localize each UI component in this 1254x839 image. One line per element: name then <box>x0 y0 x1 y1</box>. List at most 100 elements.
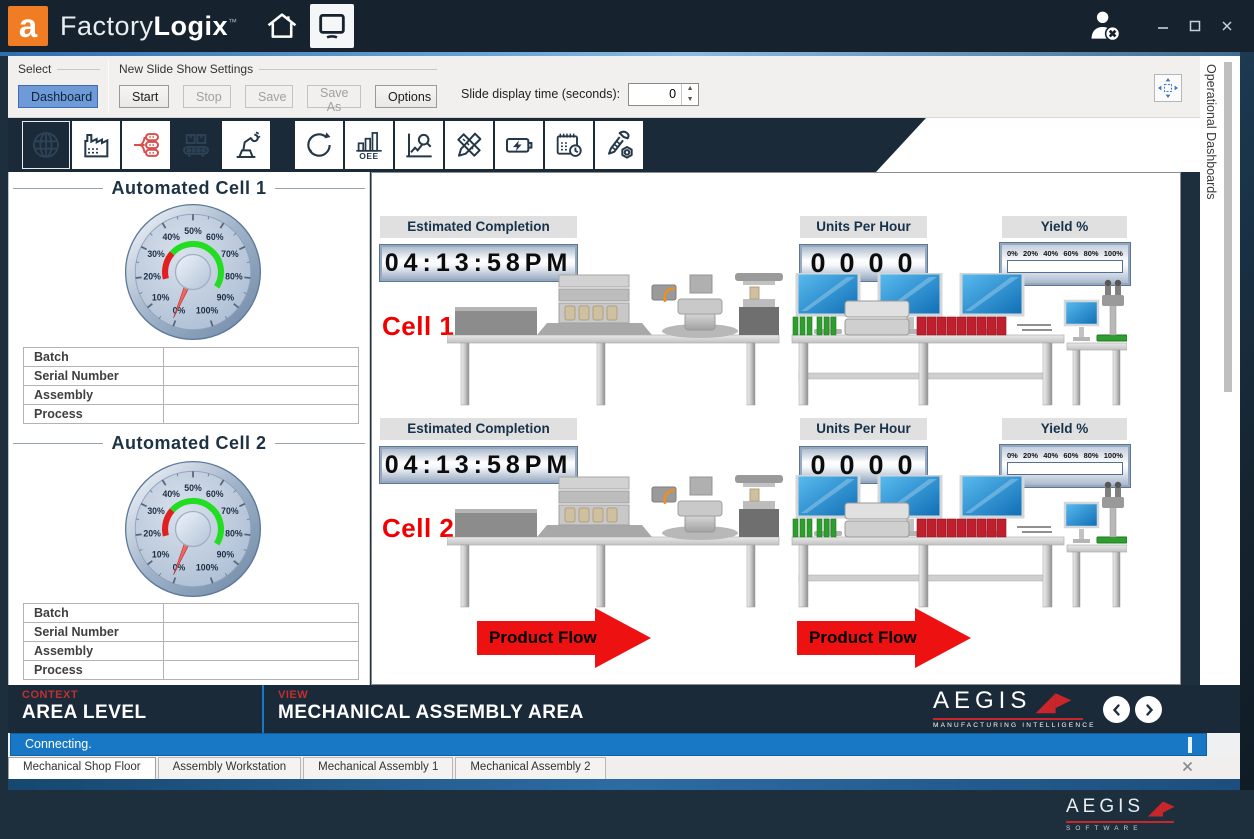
assembly-value <box>164 642 359 661</box>
dashboard-iconbar: OEE <box>8 118 1200 172</box>
stop-button[interactable]: Stop <box>183 85 231 108</box>
product-flow-arrow: Product Flow <box>797 607 972 669</box>
svg-text:50%: 50% <box>184 483 202 493</box>
svg-text:60%: 60% <box>206 232 224 242</box>
product-flow-arrow: Product Flow <box>477 607 652 669</box>
factory-view-button[interactable] <box>72 121 120 169</box>
cell1-title: Automated Cell 1 <box>13 178 365 199</box>
table-row: Process <box>24 405 359 424</box>
schedule-button[interactable] <box>545 121 593 169</box>
minimize-button[interactable] <box>1152 15 1174 37</box>
assembly-area-panel: Estimated Completion Units Per Hour Yiel… <box>371 172 1181 685</box>
conveyor-view-button[interactable] <box>172 121 220 169</box>
robot-cell-button[interactable] <box>222 121 270 169</box>
svg-text:30%: 30% <box>147 249 165 259</box>
slideshow-group-label: New Slide Show Settings <box>119 62 253 76</box>
svg-text:70%: 70% <box>221 249 239 259</box>
hardware-button[interactable] <box>595 121 643 169</box>
globe-view-button[interactable] <box>22 121 70 169</box>
monitor-icon <box>315 9 349 43</box>
units-per-hour-header: Units Per Hour <box>800 216 927 238</box>
context-cell: CONTEXT AREA LEVEL <box>8 685 262 733</box>
cell1-assembly-line-illustration <box>447 273 1127 418</box>
cycle-time-button[interactable] <box>295 121 343 169</box>
maximize-button[interactable] <box>1184 15 1206 37</box>
next-view-button[interactable] <box>1135 696 1162 723</box>
svg-text:90%: 90% <box>217 549 235 559</box>
process-flow-icon <box>130 129 162 161</box>
scrollbar-thumb[interactable] <box>1224 62 1232 392</box>
power-status-button[interactable] <box>495 121 543 169</box>
chevron-left-icon <box>1110 703 1124 717</box>
user-logout-icon <box>1086 7 1124 45</box>
assembly-value <box>164 386 359 405</box>
dashboard-button[interactable]: Dashboard <box>18 85 98 108</box>
start-button[interactable]: Start <box>119 85 169 108</box>
tab-mechanical-assembly-1[interactable]: Mechanical Assembly 1 <box>303 757 453 779</box>
design-tools-button[interactable] <box>445 121 493 169</box>
oee-chart-icon <box>354 129 384 153</box>
home-button[interactable] <box>260 4 304 48</box>
globe-icon <box>30 129 62 161</box>
cell2-assembly-line-illustration <box>447 475 1127 620</box>
slide-time-label: Slide display time (seconds): <box>461 87 620 101</box>
svg-text:40%: 40% <box>162 232 180 242</box>
yield-header: Yield % <box>1002 216 1127 238</box>
svg-text:30%: 30% <box>147 506 165 516</box>
stepper-down-icon[interactable]: ▼ <box>682 94 698 105</box>
tab-operational-dashboards[interactable]: Operational Dashboards <box>1204 64 1218 200</box>
serial-value <box>164 623 359 642</box>
progress-text: Connecting. <box>25 737 92 751</box>
chart-magnifier-icon <box>403 129 435 161</box>
table-row: Assembly <box>24 386 359 405</box>
batch-value <box>164 348 359 367</box>
save-as-button[interactable]: Save As <box>307 85 361 108</box>
previous-view-button[interactable] <box>1103 696 1130 723</box>
toolbar: Select Dashboard New Slide Show Settings… <box>8 56 1200 118</box>
application-window: a FactoryLogix™ <box>0 0 1254 839</box>
bottom-accent-strip <box>8 779 1240 790</box>
close-icon <box>1181 760 1194 773</box>
home-icon <box>265 9 299 43</box>
cell1-label: Cell 1 <box>382 311 454 342</box>
oee-button[interactable]: OEE <box>345 121 393 169</box>
close-tabs-button[interactable] <box>1181 760 1194 773</box>
close-button[interactable] <box>1216 15 1238 37</box>
right-edge-panel <box>1240 52 1254 790</box>
tab-mechanical-assembly-2[interactable]: Mechanical Assembly 2 <box>455 757 605 779</box>
select-group-label: Select <box>18 62 51 76</box>
svg-text:10%: 10% <box>152 549 170 559</box>
svg-text:70%: 70% <box>221 506 239 516</box>
refresh-icon <box>303 129 335 161</box>
table-row: Batch <box>24 348 359 367</box>
cell2-info-table: Batch Serial Number Assembly Process <box>23 603 359 680</box>
analytics-button[interactable] <box>395 121 443 169</box>
process-value <box>164 405 359 424</box>
tab-assembly-workstation[interactable]: Assembly Workstation <box>158 757 302 779</box>
logout-user-button[interactable] <box>1086 7 1124 45</box>
cell1-info-table: Batch Serial Number Assembly Process <box>23 347 359 424</box>
tab-mechanical-shop-floor[interactable]: Mechanical Shop Floor <box>8 757 156 779</box>
dock-move-button[interactable] <box>1154 74 1182 102</box>
screw-nut-icon <box>603 129 635 161</box>
stepper-up-icon[interactable]: ▲ <box>682 84 698 95</box>
context-bar: CONTEXT AREA LEVEL VIEW MECHANICAL ASSEM… <box>8 685 1240 733</box>
svg-text:80%: 80% <box>225 528 243 538</box>
options-button[interactable]: Options <box>375 85 437 108</box>
titlebar: a FactoryLogix™ <box>0 0 1254 52</box>
app-logo-letter: a <box>19 7 37 45</box>
slide-time-input[interactable] <box>629 84 681 105</box>
aegis-software-logo: AEGIS SOFTWARE <box>1066 796 1226 832</box>
aegis-flag-icon <box>1146 796 1176 820</box>
table-row: Serial Number <box>24 623 359 642</box>
process-value <box>164 661 359 680</box>
automated-cells-panel: Automated Cell 1 0%10%20%30%40%50%60%70%… <box>8 172 370 685</box>
svg-text:90%: 90% <box>217 292 235 302</box>
factory-icon <box>80 129 112 161</box>
table-row: Assembly <box>24 642 359 661</box>
move-arrows-icon <box>1157 77 1179 99</box>
save-button[interactable]: Save <box>245 85 293 108</box>
dashboards-button[interactable] <box>310 4 354 48</box>
slide-time-stepper[interactable]: ▲ ▼ <box>681 84 698 105</box>
process-flow-button[interactable] <box>122 121 170 169</box>
